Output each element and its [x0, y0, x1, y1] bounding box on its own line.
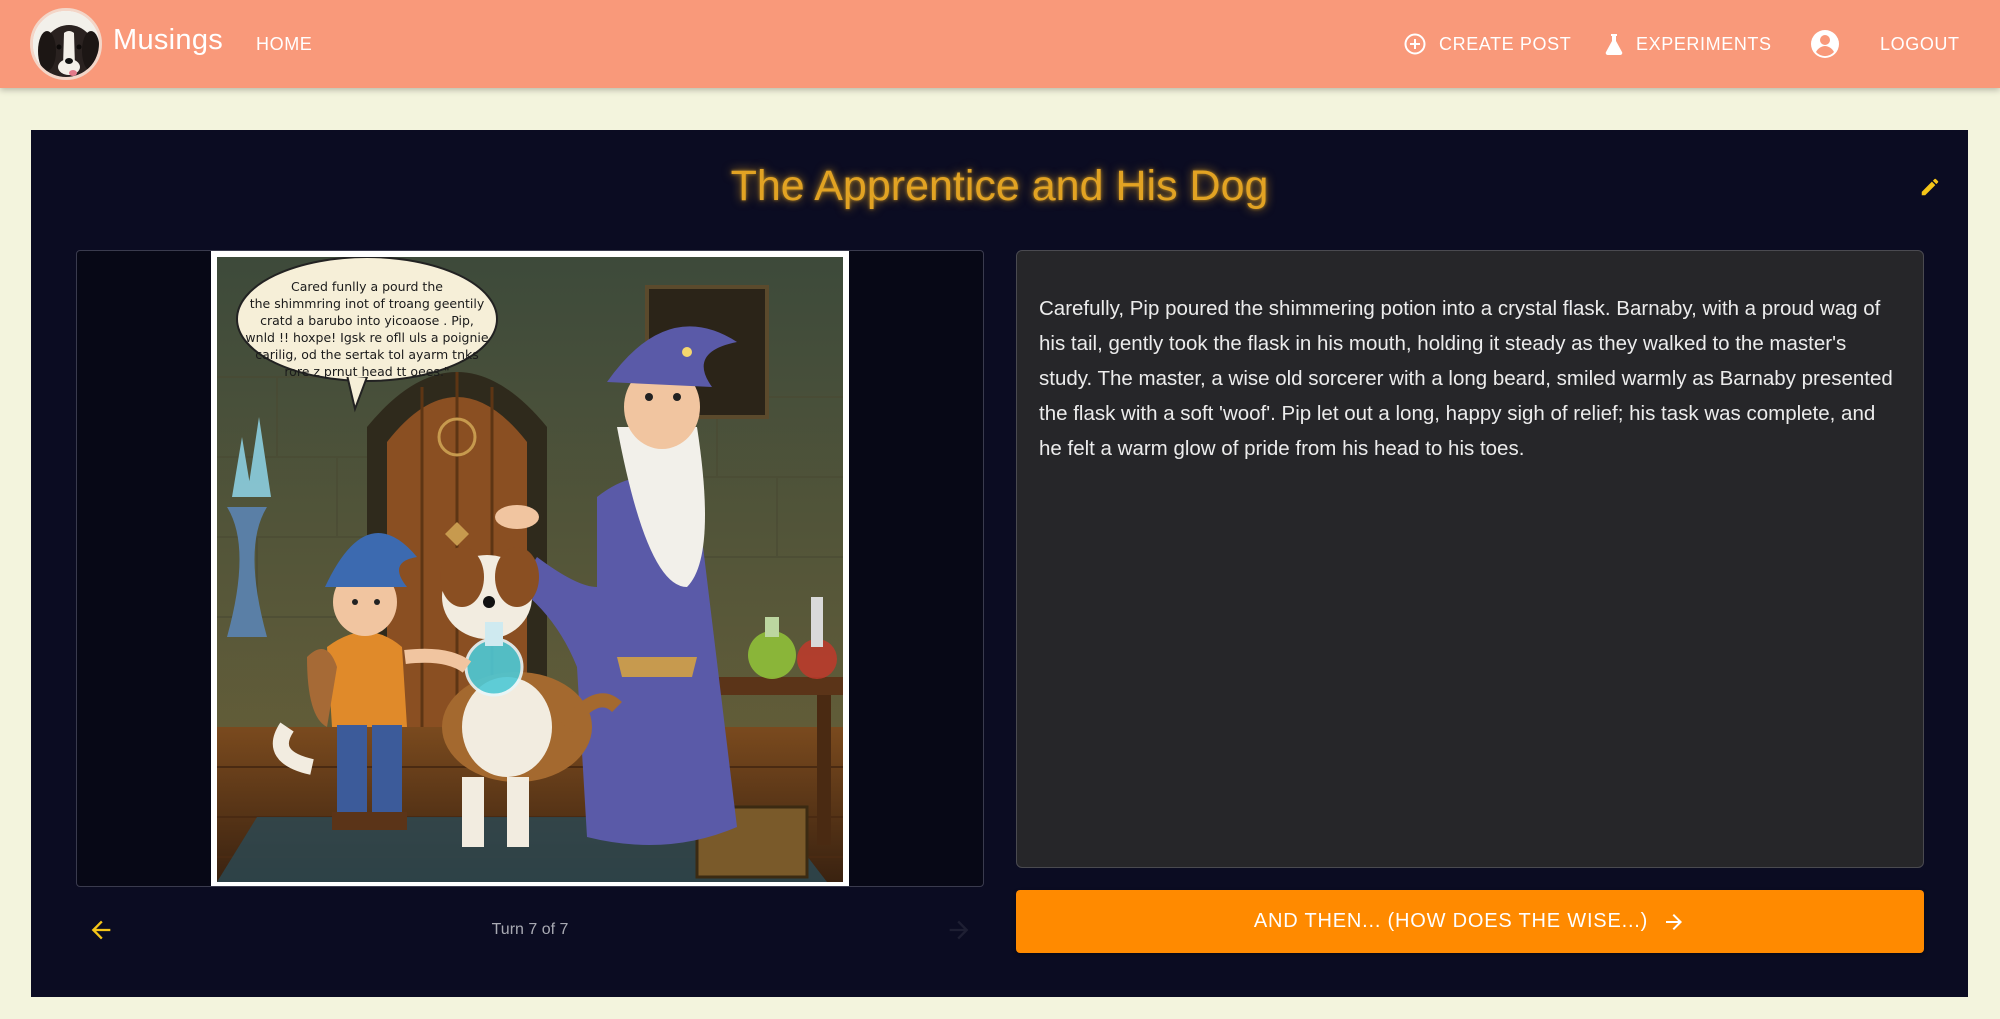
speech-line-3: cratd a barubo into yicoaose . Pip, [260, 313, 474, 328]
logout-label: LOGOUT [1880, 33, 1960, 54]
turn-navigation: Turn 7 of 7 [76, 905, 984, 955]
next-turn-button[interactable] [934, 905, 984, 955]
logout-link[interactable]: LOGOUT [1880, 0, 1960, 88]
speech-line-1: Cared funlly a pourd the [291, 279, 443, 294]
story-image-panel: Cared funlly a pourd the the shimmring i… [76, 250, 984, 887]
pencil-icon [1921, 178, 1939, 196]
story-text-panel: Carefully, Pip poured the shimmering pot… [1016, 250, 1924, 868]
brand-name[interactable]: Musings [113, 24, 223, 57]
story-card: The Apprentice and His Dog Cared funlly … [31, 130, 1968, 997]
nav-home-label: HOME [256, 33, 313, 54]
speech-line-6: rore z prnut head tt oees." [284, 364, 449, 379]
arrow-right-icon [949, 920, 969, 940]
arrow-right-icon [1666, 913, 1683, 930]
create-post-button[interactable]: CREATE POST [1403, 0, 1571, 88]
speech-line-2: the shimmring inot of troang geentily [250, 296, 485, 311]
previous-turn-button[interactable] [76, 905, 126, 955]
turn-counter: Turn 7 of 7 [491, 921, 569, 938]
arrow-left-icon [91, 920, 111, 940]
plus-circle-icon [1404, 33, 1426, 55]
story-text: Carefully, Pip poured the shimmering pot… [1039, 297, 1893, 460]
speech-line-4: wnld !! hoxpe! Igsk re ofll uls a poigni… [245, 330, 488, 345]
experiments-button[interactable]: EXPERIMENTS [1604, 0, 1772, 88]
dog-avatar-logo[interactable] [30, 8, 102, 80]
story-illustration: Cared funlly a pourd the the shimmring i… [211, 251, 849, 886]
account-circle-icon [1811, 30, 1839, 58]
continue-story-label: AND THEN... (HOW DOES THE WISE...) [1253, 910, 1649, 932]
speech-line-5: carilig, od the sertak tol ayarm tnks [255, 347, 479, 362]
create-post-label: CREATE POST [1439, 33, 1572, 54]
story-title: The Apprentice and His Dog [730, 162, 1269, 210]
flask-icon [1605, 34, 1623, 55]
nav-home-link[interactable]: HOME [256, 0, 312, 88]
top-app-bar: Musings HOME CREATE POST EXPERIMENTS LOG… [0, 0, 2000, 88]
continue-story-button[interactable]: AND THEN... (HOW DOES THE WISE...) [1016, 890, 1924, 953]
edit-title-button[interactable] [1913, 170, 1947, 204]
account-button[interactable] [1810, 0, 1852, 88]
experiments-label: EXPERIMENTS [1636, 33, 1772, 54]
